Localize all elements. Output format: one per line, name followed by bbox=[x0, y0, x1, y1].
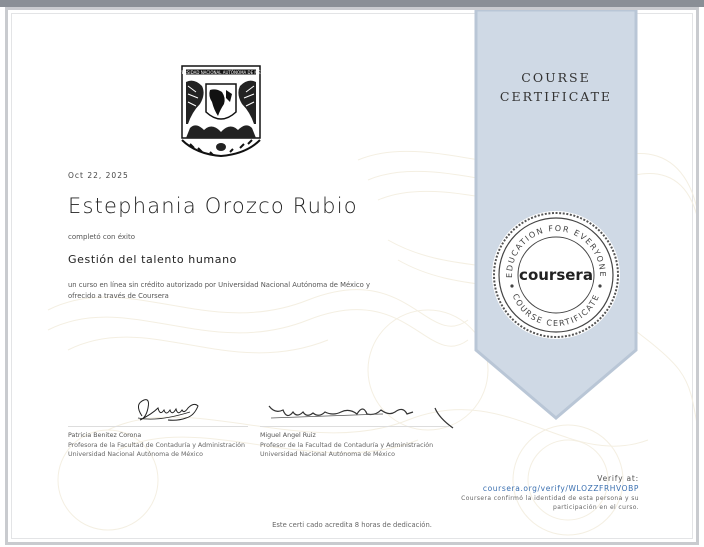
signature-patricia-benitez bbox=[137, 399, 199, 421]
verify-label: Verify at: bbox=[597, 474, 639, 483]
signatory-title: Profesora de la Facultad de Contaduría y… bbox=[68, 441, 246, 449]
signature-line bbox=[68, 426, 248, 427]
signature-miguel-angel-ruiz bbox=[268, 405, 454, 429]
hours-statement: Este certi cado acredita 8 horas de dedi… bbox=[272, 521, 432, 529]
window-top-bar bbox=[0, 0, 704, 7]
verify-note: participación en el curso. bbox=[552, 504, 639, 511]
issue-date: Oct 22, 2025 bbox=[68, 171, 129, 180]
recipient-name: Estephania Orozco Rubio bbox=[68, 194, 358, 218]
signatory-name: Patricia Benitez Corona bbox=[68, 432, 142, 439]
description-line: un curso en línea sin crédito autorizado… bbox=[68, 281, 371, 289]
ribbon-line: CERTIFICATE bbox=[499, 89, 613, 104]
signatory-title: Profesor de la Facultad de Contaduría y … bbox=[260, 441, 434, 449]
completed-label: completó con éxito bbox=[68, 233, 135, 241]
signatory-2: Miguel Angel Ruiz Profesor de la Faculta… bbox=[260, 431, 433, 460]
course-description: un curso en línea sin crédito autorizado… bbox=[68, 280, 388, 302]
verify-note: Coursera confirmó la identidad de esta p… bbox=[461, 495, 639, 502]
signatory-name: Miguel Angel Ruiz bbox=[260, 432, 316, 439]
signatory-org: Universidad Nacional Autónoma de México bbox=[260, 451, 395, 458]
description-line: ofrecido a través de Coursera bbox=[68, 292, 169, 300]
svg-text:UNIVERSIDAD NACIONAL AUTÓNOMA: UNIVERSIDAD NACIONAL AUTÓNOMA DE MÉXICO bbox=[176, 70, 266, 75]
signatory-1: Patricia Benitez Corona Profesora de la … bbox=[68, 431, 245, 460]
ribbon-line: COURSE bbox=[521, 70, 591, 85]
seal-brand: coursera bbox=[519, 266, 593, 284]
ribbon-title: COURSE CERTIFICATE bbox=[474, 68, 638, 106]
verify-link[interactable]: coursera.org/verify/WLOZZFRHVOBP bbox=[461, 484, 639, 494]
verify-block: Verify at: coursera.org/verify/WLOZZFRHV… bbox=[461, 473, 639, 512]
certificate: UNIVERSIDAD NACIONAL AUTÓNOMA DE MÉXICO … bbox=[5, 7, 699, 545]
course-title: Gestión del talento humano bbox=[68, 253, 237, 266]
signature-line bbox=[260, 426, 450, 427]
coursera-seal-icon: EDUCATION FOR EVERYONE COURSE CERTIFICAT… bbox=[492, 211, 620, 339]
signatory-org: Universidad Nacional Autónoma de México bbox=[68, 451, 203, 458]
unam-seal-icon: UNIVERSIDAD NACIONAL AUTÓNOMA DE MÉXICO bbox=[176, 65, 266, 158]
